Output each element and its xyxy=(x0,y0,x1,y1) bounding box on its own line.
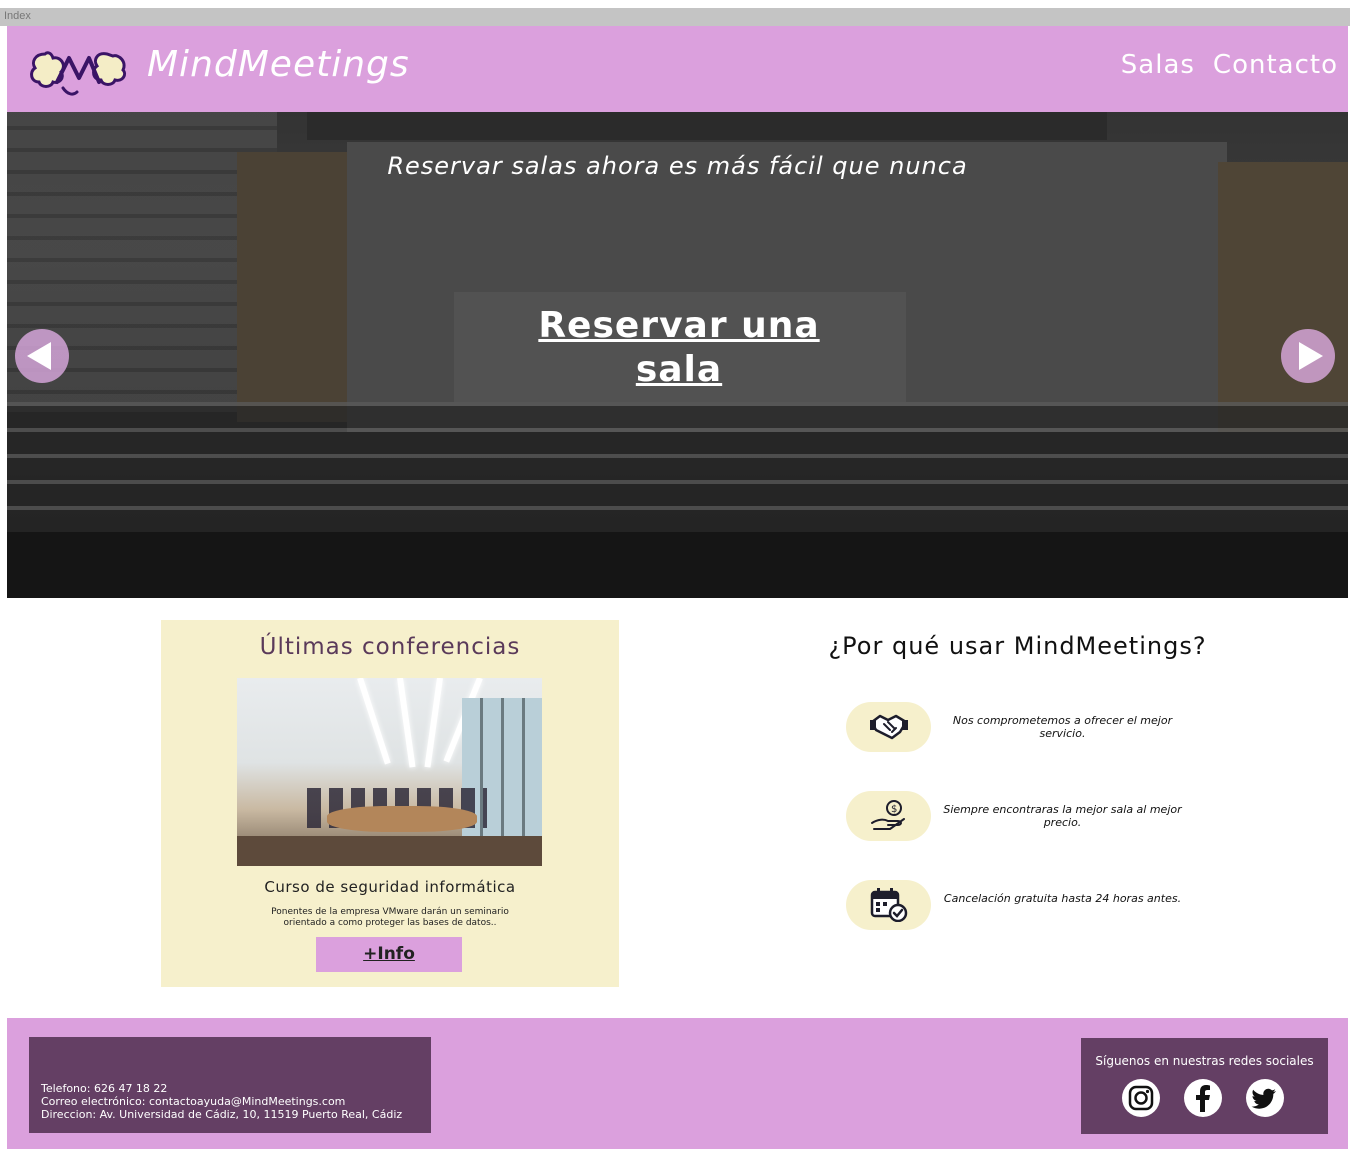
hero-carousel: Reservar salas ahora es más fácil que nu… xyxy=(7,112,1348,598)
handshake-icon xyxy=(870,714,908,740)
calendar-check-icon xyxy=(870,888,908,922)
why-text: Cancelación gratuita hasta 24 horas ante… xyxy=(943,892,1182,905)
latest-conferences-card: Últimas conferencias Curso de seguridad … xyxy=(161,620,619,987)
svg-text:$: $ xyxy=(891,804,897,815)
contact-address: Direccion: Av. Universidad de Cádiz, 10,… xyxy=(41,1108,403,1121)
why-badge: $ xyxy=(846,791,931,841)
contact-email[interactable]: Correo electrónico: contactoayuda@MindMe… xyxy=(41,1095,402,1108)
nav-contacto[interactable]: Contacto xyxy=(1213,50,1338,80)
carousel-next-button[interactable] xyxy=(1281,329,1335,383)
arrow-right-icon xyxy=(1299,342,1323,370)
hero-tagline: Reservar salas ahora es más fácil que nu… xyxy=(387,152,968,180)
why-badge xyxy=(846,880,931,930)
money-hand-icon: $ xyxy=(871,800,905,830)
why-title: ¿Por qué usar MindMeetings? xyxy=(828,632,1207,660)
photo-table xyxy=(327,806,477,832)
why-badge xyxy=(846,702,931,752)
carousel-prev-button[interactable] xyxy=(15,329,69,383)
course-description: Ponentes de la empresa VMware darán un s… xyxy=(271,907,509,928)
why-text: Siempre encontraras la mejor sala al mej… xyxy=(943,803,1182,829)
browser-tab-bar: Index xyxy=(0,0,1352,26)
site-footer: Telefono: 626 47 18 22 Correo electrónic… xyxy=(7,1018,1348,1149)
ceiling-light xyxy=(357,678,391,765)
brain-logo-icon[interactable] xyxy=(27,44,131,98)
nav-salas[interactable]: Salas xyxy=(1121,50,1195,80)
tab-strip xyxy=(0,8,1350,26)
main-nav: Salas Contacto xyxy=(1121,50,1338,80)
hero-wall-right xyxy=(1218,162,1348,432)
arrow-left-icon xyxy=(27,342,51,370)
conferences-title: Últimas conferencias xyxy=(259,634,521,660)
contact-phone: Telefono: 626 47 18 22 xyxy=(41,1082,168,1095)
ceiling-light xyxy=(424,678,443,768)
book-room-link[interactable]: Reservar una sala xyxy=(514,304,844,392)
twitter-icon[interactable] xyxy=(1245,1078,1285,1118)
social-icons xyxy=(1121,1078,1285,1118)
more-info-button[interactable]: +Info xyxy=(316,937,462,972)
tab-title[interactable]: Index xyxy=(4,10,31,22)
hero-ceiling xyxy=(307,112,1107,140)
instagram-icon[interactable] xyxy=(1121,1078,1161,1118)
why-item: Cancelación gratuita hasta 24 horas ante… xyxy=(846,880,1286,930)
why-text: Nos comprometemos a ofrecer el mejor ser… xyxy=(952,714,1173,740)
contact-box: Telefono: 626 47 18 22 Correo electrónic… xyxy=(29,1037,431,1133)
conference-photo xyxy=(237,678,542,866)
why-item: Nos comprometemos a ofrecer el mejor ser… xyxy=(846,702,1286,752)
ceiling-light xyxy=(397,678,416,768)
course-title: Curso de seguridad informática xyxy=(264,878,516,896)
hero-wall-panel xyxy=(237,152,347,422)
social-box: Síguenos en nuestras redes sociales xyxy=(1081,1038,1328,1134)
hero-foreground-table xyxy=(7,532,1348,598)
photo-floor xyxy=(237,836,542,866)
contact-info: Telefono: 626 47 18 22 Correo electrónic… xyxy=(41,1082,402,1121)
facebook-icon[interactable] xyxy=(1183,1078,1223,1118)
brand-name[interactable]: MindMeetings xyxy=(147,44,410,85)
social-title: Síguenos en nuestras redes sociales xyxy=(1095,1054,1314,1068)
site-header: MindMeetings Salas Contacto xyxy=(7,26,1348,112)
why-item: $ Siempre encontraras la mejor sala al m… xyxy=(846,791,1286,841)
